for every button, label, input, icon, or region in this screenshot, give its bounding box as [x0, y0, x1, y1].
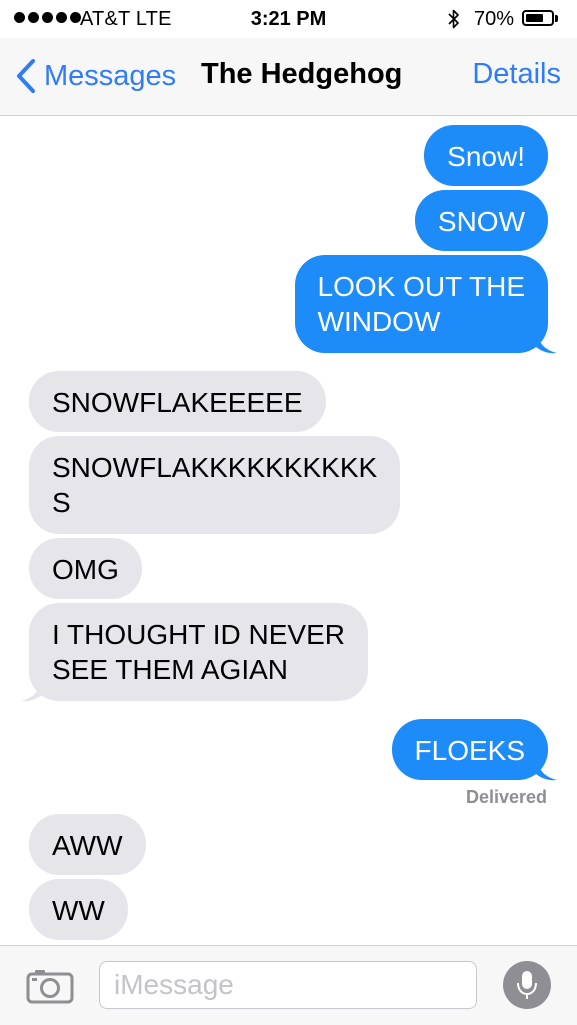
message-bubble-outgoing[interactable]: LOOK OUT THE WINDOW	[294, 255, 548, 353]
message-bubble-incoming[interactable]: WW	[29, 879, 128, 940]
bubble-tail	[536, 757, 557, 781]
status-bar: AT&T LTE 3:21 PM 70%	[0, 0, 577, 38]
message-line: SEE THEM AGIAN	[52, 654, 288, 685]
battery-percent: 70%	[474, 8, 515, 30]
message-bubble-outgoing[interactable]: SNOW	[414, 190, 548, 251]
message-line: S	[52, 487, 71, 518]
message-line: SNOWFLAKKKKKKKKKK	[52, 452, 378, 483]
battery-level	[526, 14, 543, 22]
battery-icon	[522, 10, 554, 26]
message-bubble-incoming[interactable]: AWW	[29, 814, 146, 875]
navigation-bar: Messages The Hedgehog Details	[0, 38, 577, 116]
bubble-tail	[21, 678, 42, 702]
message-line: LOOK OUT THE	[317, 271, 525, 302]
microphone-button[interactable]	[503, 961, 551, 1009]
chevron-left-icon	[17, 59, 35, 93]
camera-icon[interactable]	[26, 968, 74, 1004]
compose-bar	[0, 945, 577, 1025]
message-line: WINDOW	[317, 306, 441, 337]
bluetooth-icon	[448, 9, 459, 29]
message-bubble-incoming[interactable]: SNOWFLAKKKKKKKKKK S	[29, 436, 401, 534]
battery-terminal	[555, 15, 558, 22]
back-button-label: Messages	[44, 59, 177, 92]
message-bubble-outgoing[interactable]: Snow!	[424, 125, 548, 186]
message-bubble-incoming[interactable]: OMG	[29, 538, 142, 599]
back-button[interactable]: Messages	[14, 56, 176, 96]
message-bubble-outgoing[interactable]: FLOEKS	[391, 719, 548, 780]
details-button[interactable]: Details	[472, 58, 561, 91]
message-line: I THOUGHT ID NEVER	[52, 619, 346, 650]
microphone-icon	[517, 971, 537, 999]
delivered-status: Delivered	[465, 787, 547, 807]
message-bubble-incoming[interactable]: SNOWFLAKEEEEE	[29, 371, 326, 432]
message-input[interactable]	[99, 961, 477, 1009]
message-bubble-incoming[interactable]: I THOUGHT ID NEVER SEE THEM AGIAN	[29, 603, 369, 701]
conversation-title: The Hedgehog	[201, 58, 403, 90]
bubble-tail	[536, 330, 557, 354]
